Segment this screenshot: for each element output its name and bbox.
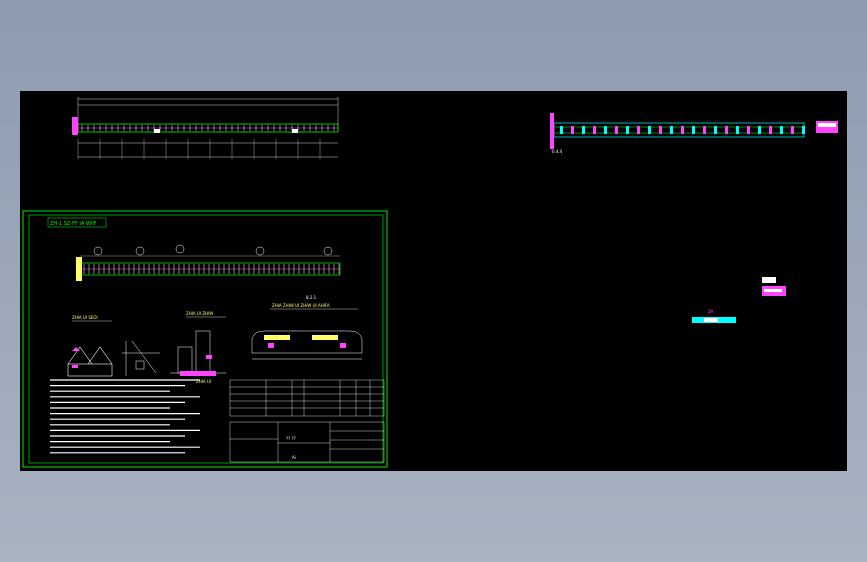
top-left-elevation: [72, 97, 339, 159]
svg-text:ZHIA UI ZHIW: ZHIA UI ZHIW: [186, 311, 213, 316]
svg-text:?? ??: ?? ??: [286, 436, 296, 441]
svg-text:ZA: ZA: [708, 309, 714, 314]
svg-text:ZH-1 SZ-FF IA WIIF: ZH-1 SZ-FF IA WIIF: [50, 221, 97, 227]
top-right-strip: 0.4.4: [550, 113, 838, 154]
svg-text:ZHIA UI SEOI: ZHIA UI SEOI: [72, 315, 98, 320]
svg-text:Ai: Ai: [292, 455, 296, 460]
cad-drawing: 0.4.4 ZA ZH-1 SZ-FF IA WIIF ZHIA UI SEOI…: [22, 97, 838, 468]
cad-viewport[interactable]: 0.4.4 ZA ZH-1 SZ-FF IA WIIF ZHIA UI SEOI…: [20, 91, 847, 471]
bottom-left-sheet: ZH-1 SZ-FF IA WIIF ZHIA UI SEOI ZHIA UI …: [22, 210, 388, 468]
right-small-legend: ZA: [692, 277, 786, 323]
svg-text:8.2.1: 8.2.1: [306, 295, 317, 300]
svg-text:0.4.4: 0.4.4: [552, 149, 563, 154]
svg-text:ZHIA ZHIW UI ZHIW UI AHIFA: ZHIA ZHIW UI ZHIW UI AHIFA: [272, 303, 330, 308]
